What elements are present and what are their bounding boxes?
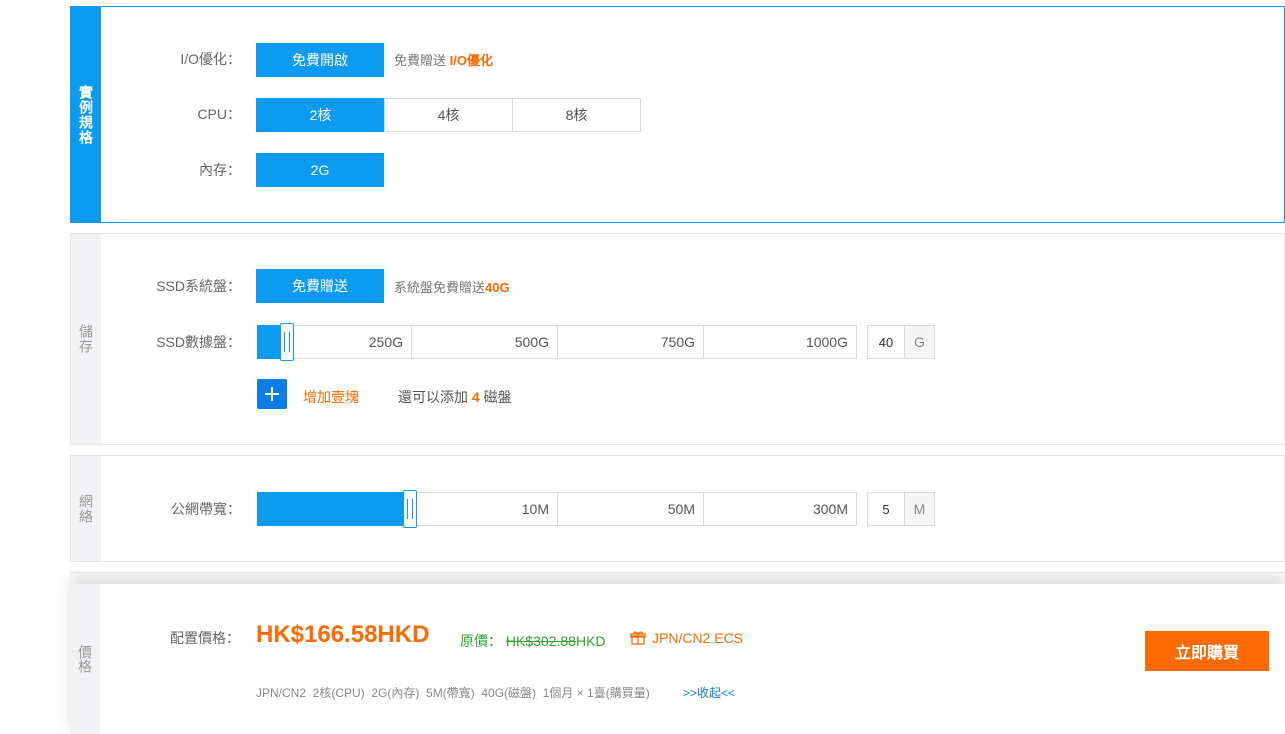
price-panel: 價格 配置價格： HK$166.58HKD 原價： HK$302.88HKD J… (70, 584, 1285, 734)
bandwidth-handle[interactable] (403, 490, 417, 528)
storage-panel: 儲存 SSD系統盤： 免費贈送 系統盤免費贈送40G SSD數據盤： 250G … (70, 233, 1285, 445)
add-disk-button[interactable] (257, 379, 287, 409)
bandwidth-label: 公網帶寬： (171, 501, 241, 517)
config-summary: JPN/CN2 2核(CPU) 2G(內存) 5M(帶寬) 40G(磁盤) 1個… (256, 686, 650, 700)
price-tab: 價格 (70, 584, 100, 734)
original-price: 原價： HK$302.88HKD (460, 631, 606, 651)
config-price: HK$166.58HKD (256, 621, 430, 648)
instance-spec-panel: 實例規格 I/O優化： 免費開啟 免費贈送 I/O優化 CPU： 2核 4核 8… (70, 6, 1285, 223)
system-disk-free-button[interactable]: 免費贈送 (256, 269, 384, 303)
original-price-label: 原價： (460, 633, 502, 649)
price-title: 價格 (77, 645, 93, 673)
system-disk-note: 系統盤免費贈送40G (394, 277, 510, 296)
data-disk-tick-750: 750G (557, 325, 704, 359)
data-disk-handle[interactable] (280, 323, 294, 361)
io-label: I/O優化： (180, 51, 241, 67)
bandwidth-fill (257, 492, 410, 526)
system-disk-note-highlight: 40G (485, 280, 510, 295)
remaining-disks-note: 還可以添加 4 磁盤 (398, 387, 512, 407)
remaining-suffix: 磁盤 (483, 389, 512, 405)
data-disk-tick-500: 500G (411, 325, 558, 359)
promo-text: JPN/CN2 ECS (652, 630, 744, 646)
io-note: 免費贈送 I/O優化 (394, 50, 493, 69)
network-panel: 網絡 公網帶寬： 10M 50M 300M 5 M (70, 455, 1285, 562)
data-disk-slider[interactable]: 250G 500G 750G 1000G (257, 323, 857, 361)
bandwidth-tick-300: 300M (703, 492, 857, 526)
data-disk-label: SSD數據盤： (156, 334, 241, 350)
bandwidth-value-input[interactable]: 5 (867, 492, 905, 526)
io-note-prefix: 免費贈送 (394, 53, 447, 68)
bandwidth-slider[interactable]: 10M 50M 300M (257, 490, 857, 528)
buy-now-button[interactable]: 立即購買 (1145, 631, 1269, 671)
cpu-option-8[interactable]: 8核 (512, 98, 641, 132)
plus-icon (265, 387, 279, 401)
gift-icon (630, 631, 646, 645)
data-disk-value-input[interactable]: 40 (867, 325, 905, 359)
bandwidth-tick-50: 50M (557, 492, 704, 526)
memory-label: 內存： (199, 162, 241, 178)
bandwidth-unit: M (905, 492, 935, 526)
io-free-enable-button[interactable]: 免費開啟 (256, 43, 384, 77)
cpu-label: CPU： (197, 106, 241, 122)
cpu-option-2[interactable]: 2核 (256, 98, 385, 132)
cpu-option-4[interactable]: 4核 (384, 98, 513, 132)
data-disk-unit: G (905, 325, 935, 359)
system-disk-note-prefix: 系統盤免費贈送 (394, 280, 486, 295)
data-disk-tick-1000: 1000G (703, 325, 857, 359)
original-price-amount: HK$302.88 (505, 633, 576, 649)
price-label: 配置價格： (170, 630, 240, 646)
remaining-count: 4 (471, 389, 480, 405)
remaining-prefix: 還可以添加 (398, 389, 468, 405)
data-disk-value-box: 40 G (867, 325, 935, 359)
data-disk-fill (257, 325, 281, 359)
collapse-link[interactable]: >>收起<< (683, 684, 735, 701)
bandwidth-value-box: 5 M (867, 492, 935, 526)
promo-tag: JPN/CN2 ECS (630, 630, 743, 646)
original-price-currency: HKD (575, 633, 606, 649)
system-disk-label: SSD系統盤： (156, 278, 241, 294)
io-note-highlight: I/O優化 (449, 53, 493, 68)
add-disk-label[interactable]: 增加壹塊 (303, 387, 359, 407)
memory-option-2g[interactable]: 2G (256, 153, 384, 187)
